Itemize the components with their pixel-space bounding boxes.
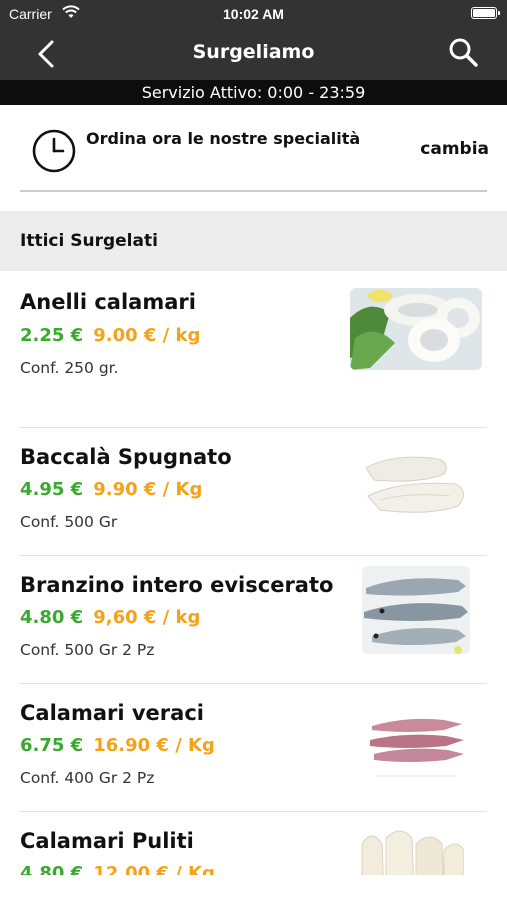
status-bar: Carrier 10:02 AM bbox=[0, 0, 507, 28]
category-header: Ittici Surgelati bbox=[0, 211, 507, 271]
product-price: 4.95 € bbox=[20, 479, 84, 500]
product-name: Branzino intero eviscerato bbox=[20, 573, 334, 597]
product-prices: 4.80 € 12.00 € / Kg bbox=[20, 863, 215, 875]
product-image bbox=[360, 440, 470, 522]
category-title: Ittici Surgelati bbox=[20, 231, 158, 251]
product-image bbox=[362, 566, 470, 654]
product-prices: 4.95 € 9.90 € / Kg bbox=[20, 479, 202, 500]
nav-bar: Surgeliamo bbox=[0, 28, 507, 80]
product-price: 4.80 € bbox=[20, 607, 84, 628]
product-package: Conf. 500 Gr 2 Pz bbox=[20, 641, 155, 659]
list-item[interactable]: Branzino intero eviscerato 4.80 € 9,60 € … bbox=[0, 556, 507, 684]
product-name: Anelli calamari bbox=[20, 290, 196, 314]
list-item[interactable]: Anelli calamari 2.25 € 9.00 € / kg Conf. … bbox=[0, 271, 507, 428]
product-unit-price: 12.00 € / Kg bbox=[93, 863, 215, 875]
bottom-area bbox=[0, 875, 507, 900]
product-image bbox=[350, 288, 482, 370]
product-name: Baccalà Spugnato bbox=[20, 445, 232, 469]
product-package: Conf. 500 Gr bbox=[20, 513, 118, 531]
service-hours-banner: Servizio Attivo: 0:00 - 23:59 bbox=[0, 80, 507, 105]
divider bbox=[20, 190, 487, 192]
product-unit-price: 9,60 € / kg bbox=[93, 607, 201, 628]
product-list[interactable]: Anelli calamari 2.25 € 9.00 € / kg Conf. … bbox=[0, 271, 507, 875]
search-icon[interactable] bbox=[447, 36, 481, 70]
product-image bbox=[358, 824, 464, 875]
list-item[interactable]: Baccalà Spugnato 4.95 € 9.90 € / Kg Conf.… bbox=[0, 428, 507, 556]
product-image bbox=[366, 698, 466, 778]
order-time-row: Ordina ora le nostre specialità cambia bbox=[0, 105, 507, 211]
list-item[interactable]: Calamari veraci 6.75 € 16.90 € / Kg Conf.… bbox=[0, 684, 507, 812]
product-unit-price: 9.90 € / Kg bbox=[93, 479, 203, 500]
battery-icon bbox=[471, 7, 500, 19]
product-prices: 6.75 € 16.90 € / Kg bbox=[20, 735, 215, 756]
status-time: 10:02 AM bbox=[223, 6, 284, 22]
product-prices: 2.25 € 9.00 € / kg bbox=[20, 325, 200, 346]
product-package: Conf. 250 gr. bbox=[20, 359, 119, 377]
product-prices: 4.80 € 9,60 € / kg bbox=[20, 607, 200, 628]
product-price: 2.25 € bbox=[20, 325, 84, 346]
product-price: 4.80 € bbox=[20, 863, 84, 875]
product-unit-price: 16.90 € / Kg bbox=[93, 735, 215, 756]
change-time-button[interactable]: cambia bbox=[420, 139, 489, 159]
product-name: Calamari Puliti bbox=[20, 829, 194, 853]
product-package: Conf. 400 Gr 2 Pz bbox=[20, 769, 155, 787]
product-price: 6.75 € bbox=[20, 735, 84, 756]
order-prompt: Ordina ora le nostre specialità bbox=[86, 129, 361, 148]
clock-icon bbox=[32, 129, 76, 173]
product-unit-price: 9.00 € / kg bbox=[93, 325, 201, 346]
page-title: Surgeliamo bbox=[192, 41, 315, 63]
list-item[interactable]: Calamari Puliti 4.80 € 12.00 € / Kg bbox=[0, 812, 507, 875]
product-name: Calamari veraci bbox=[20, 701, 204, 725]
